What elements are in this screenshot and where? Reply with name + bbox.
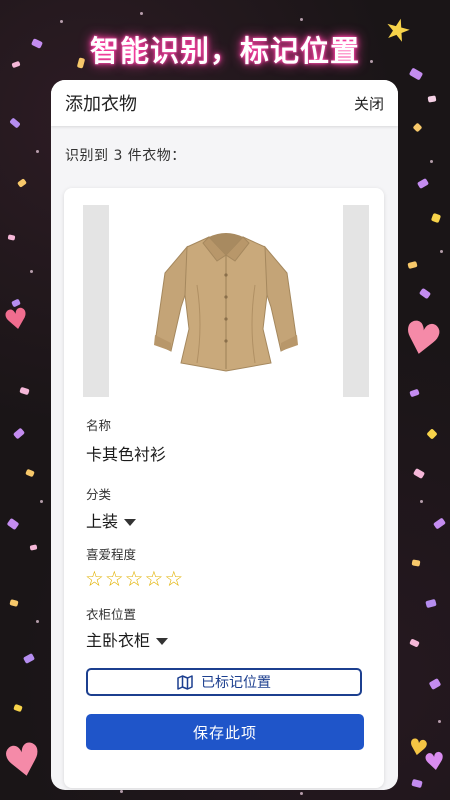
name-label: 名称 — [86, 418, 112, 433]
confetti — [6, 517, 20, 531]
confetti — [416, 177, 430, 190]
star-outline-icon[interactable]: ☆ — [105, 569, 124, 590]
sparkle — [120, 790, 123, 793]
confetti — [409, 388, 420, 398]
marked-location-button[interactable]: 已标记位置 — [86, 668, 362, 696]
confetti — [7, 234, 16, 241]
sparkle — [60, 20, 63, 23]
carousel-next-item[interactable] — [343, 205, 369, 397]
category-label: 分类 — [86, 487, 112, 502]
sparkle — [36, 150, 39, 153]
confetti — [411, 778, 423, 789]
name-value[interactable]: 卡其色衬衫 — [86, 441, 166, 465]
confetti — [428, 678, 442, 690]
confetti — [426, 428, 438, 440]
confetti — [409, 638, 420, 648]
confetti — [19, 386, 30, 396]
sparkle — [300, 18, 303, 21]
add-clothing-sheet: 添加衣物 关闭 识别到 3 件衣物： 名称 卡其色衬衫 分类 上装 喜爱程度 ☆… — [51, 80, 398, 790]
clothing-image — [83, 205, 369, 397]
confetti — [407, 260, 418, 270]
map-icon — [177, 674, 193, 690]
carousel-prev-item[interactable] — [83, 205, 109, 397]
sheet-title: 添加衣物 — [65, 94, 137, 115]
confetti — [29, 544, 38, 551]
shirt-icon — [154, 233, 298, 372]
sparkle — [300, 792, 303, 795]
promo-banner: 智能识别，标记位置 — [89, 34, 360, 68]
heart-icon: ♥ — [422, 746, 448, 778]
chevron-down-icon — [156, 638, 169, 645]
category-value: 上装 — [86, 512, 119, 531]
confetti — [427, 95, 437, 103]
sparkle — [430, 160, 433, 163]
sparkle — [440, 250, 443, 253]
confetti — [412, 122, 423, 133]
marked-location-label: 已标记位置 — [201, 675, 271, 691]
star-outline-icon[interactable]: ☆ — [85, 569, 104, 590]
star-outline-icon[interactable]: ☆ — [144, 569, 163, 590]
clothing-item-card: 名称 卡其色衬衫 分类 上装 喜爱程度 ☆ ☆ ☆ ☆ ☆ 衣柜位置 主卧衣柜 … — [64, 188, 384, 788]
location-value: 主卧衣柜 — [86, 631, 151, 650]
star-outline-icon[interactable]: ☆ — [164, 569, 183, 590]
sparkle — [140, 12, 143, 15]
chevron-down-icon — [124, 519, 137, 526]
confetti — [25, 468, 35, 478]
sheet-header: 添加衣物 关闭 — [51, 80, 398, 126]
save-item-button[interactable]: 保存此项 — [86, 714, 364, 750]
rating-stars: ☆ ☆ ☆ ☆ ☆ — [85, 569, 183, 590]
close-button[interactable]: 关闭 — [354, 93, 384, 114]
location-dropdown[interactable]: 主卧衣柜 — [86, 627, 169, 651]
confetti — [418, 287, 432, 300]
sparkle — [438, 720, 441, 723]
detected-count-text: 识别到 3 件衣物： — [65, 148, 186, 164]
rating-label: 喜爱程度 — [86, 547, 137, 562]
confetti — [425, 598, 437, 609]
confetti — [17, 178, 27, 188]
sparkle — [420, 500, 423, 503]
confetti — [430, 212, 442, 224]
confetti — [432, 517, 447, 530]
confetti — [12, 427, 26, 440]
heart-icon: ♥ — [1, 301, 32, 338]
sparkle — [36, 620, 39, 623]
confetti — [22, 653, 36, 664]
confetti — [412, 467, 426, 480]
heart-icon: ♥ — [0, 732, 49, 791]
star-outline-icon[interactable]: ☆ — [125, 569, 144, 590]
sparkle — [40, 500, 43, 503]
heart-icon: ♥ — [397, 310, 447, 369]
location-label: 衣柜位置 — [86, 607, 137, 622]
confetti — [9, 117, 21, 129]
confetti — [411, 559, 421, 567]
confetti — [9, 599, 19, 607]
sparkle — [30, 270, 33, 273]
category-dropdown[interactable]: 上装 — [86, 508, 137, 532]
confetti — [13, 703, 23, 713]
